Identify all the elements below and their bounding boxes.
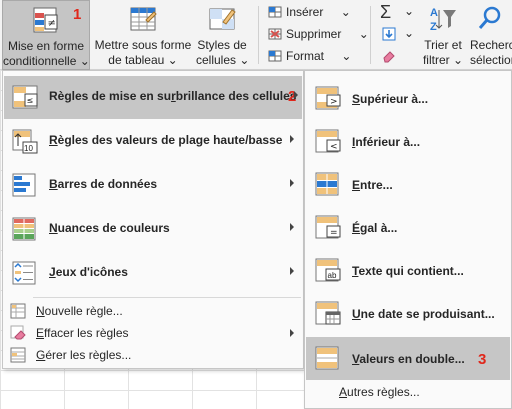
submenu-arrow-icon <box>290 223 294 231</box>
sort-filter-icon: A Z <box>430 7 456 33</box>
submenu-item-text-contains[interactable]: ab Texte qui contient... <box>306 249 510 292</box>
menu-item-top-bottom-rules[interactable]: 10 Règles des valeurs de plage haute/bas… <box>4 120 302 163</box>
format-as-table-label: Mettre sous forme <box>94 38 192 52</box>
chevron-down-icon: ⌄ <box>340 5 351 19</box>
menu-item-manage-rules[interactable]: Gérer les règles... <box>4 343 302 367</box>
insert-cells-button[interactable]: Insérer ⌄ <box>268 2 351 22</box>
sort-filter-button[interactable]: A Z Trier et filtrer ⌄ <box>418 0 468 70</box>
date-occurring-icon <box>315 301 341 325</box>
svg-text:A: A <box>430 7 438 19</box>
conditional-formatting-button[interactable]: ≠ 1 Mise en forme conditionnelle ⌄ <box>2 0 90 70</box>
autosum-button[interactable]: Σ ⌄ <box>380 2 416 22</box>
highlight-cells-submenu: > Supérieur à... < Inférieur à... Entre.… <box>304 70 512 409</box>
submenu-arrow-icon <box>290 179 294 187</box>
svg-text:Z: Z <box>430 21 437 33</box>
svg-text:10: 10 <box>24 144 33 153</box>
submenu-item-date-occurring[interactable]: Une date se produisant... <box>306 292 510 335</box>
top-bottom-rules-icon: 10 <box>12 129 38 154</box>
chevron-down-icon: ⌄ <box>341 49 352 63</box>
text-contains-icon: ab <box>315 258 341 282</box>
submenu-item-duplicate-values[interactable]: Valeurs en double... 3 <box>306 337 510 380</box>
fill-button[interactable]: ⌄ <box>380 24 416 44</box>
sort-filter-label: Trier et <box>424 38 462 52</box>
ribbon: ≠ 1 Mise en forme conditionnelle ⌄ Mettr… <box>0 0 512 70</box>
menu-item-data-bars[interactable]: Barres de données <box>4 164 302 207</box>
format-cells-button[interactable]: Format ⌄ <box>268 46 351 66</box>
step-marker-3: 3 <box>478 351 487 368</box>
submenu-item-between[interactable]: Entre... <box>306 163 510 206</box>
svg-text:>: > <box>330 97 338 107</box>
chevron-down-icon: ⌄ <box>239 53 250 67</box>
fill-icon <box>382 27 396 41</box>
submenu-item-greater-than[interactable]: > Supérieur à... <box>306 77 510 120</box>
menu-item-color-scales[interactable]: Nuances de couleurs <box>4 208 302 251</box>
duplicate-values-icon <box>315 346 339 370</box>
conditional-formatting-icon: ≠ <box>33 7 58 33</box>
delete-cells-button[interactable]: Supprimer ⌄ <box>268 24 369 44</box>
sort-filter-label-2: filtrer <box>422 53 450 67</box>
submenu-arrow-icon <box>290 135 294 143</box>
submenu-arrow-icon <box>294 91 298 99</box>
find-select-icon <box>478 6 501 29</box>
menu-item-clear-rules[interactable]: Effacer les règles <box>4 321 302 345</box>
eraser-icon <box>10 325 26 340</box>
submenu-item-more-rules[interactable]: Autres règles... <box>339 385 420 399</box>
clear-icon <box>383 51 395 63</box>
format-as-table-button[interactable]: Mettre sous forme de tableau ⌄ <box>92 0 194 70</box>
manage-rules-icon <box>10 347 26 363</box>
delete-cells-icon <box>268 28 282 40</box>
format-cells-icon <box>268 50 282 62</box>
svg-text:<: < <box>330 142 338 152</box>
format-label: Format <box>286 49 325 63</box>
ribbon-separator <box>258 6 259 64</box>
submenu-arrow-icon <box>290 267 294 275</box>
cell-styles-icon <box>209 8 236 30</box>
insert-cells-icon <box>268 6 282 18</box>
find-select-label-2: sélection <box>470 53 512 67</box>
submenu-item-equal-to[interactable]: = Égal à... <box>306 206 510 249</box>
find-select-button[interactable]: Recherch sélection <box>468 0 512 70</box>
menu-item-highlight-cells-rules[interactable]: ≤ Règles de mise en surbrillance des cel… <box>4 76 302 119</box>
format-as-table-icon <box>130 7 157 31</box>
equal-to-icon: = <box>315 215 341 239</box>
color-scales-icon <box>12 217 36 241</box>
chevron-down-icon: ⌄ <box>79 54 90 68</box>
chevron-down-icon: ⌄ <box>404 26 415 40</box>
between-icon <box>315 172 339 196</box>
less-than-icon: < <box>315 129 341 153</box>
conditional-formatting-label-2: conditionnelle <box>3 54 77 68</box>
icon-sets-icon <box>12 261 36 285</box>
step-marker-1: 1 <box>73 6 82 23</box>
menu-item-icon-sets[interactable]: Jeux d'icônes <box>4 252 302 295</box>
chevron-down-icon: ⌄ <box>452 53 464 67</box>
chevron-down-icon: ⌄ <box>167 53 178 67</box>
svg-text:≤: ≤ <box>27 96 34 105</box>
cell-styles-label-2: cellules <box>196 53 237 67</box>
conditional-formatting-menu: ≤ Règles de mise en surbrillance des cel… <box>2 70 304 369</box>
conditional-formatting-label: Mise en forme <box>7 39 85 53</box>
autosum-icon: Σ <box>380 2 392 22</box>
data-bars-icon <box>12 173 36 197</box>
new-rule-icon <box>10 303 26 319</box>
chevron-down-icon: ⌄ <box>358 27 369 41</box>
submenu-item-less-than[interactable]: < Inférieur à... <box>306 120 510 163</box>
insert-label: Insérer <box>286 5 324 19</box>
ribbon-separator <box>370 6 371 64</box>
format-as-table-label-2: de tableau <box>108 53 165 67</box>
svg-text:=: = <box>330 228 338 238</box>
clear-button[interactable] <box>380 46 416 66</box>
menu-item-new-rule[interactable]: Nouvelle règle... <box>4 299 302 323</box>
find-select-label: Recherch <box>470 38 512 52</box>
cell-styles-button[interactable]: Styles de cellules ⌄ <box>196 0 250 70</box>
greater-than-icon: > <box>315 86 341 110</box>
chevron-down-icon: ⌄ <box>404 4 415 18</box>
menu-divider <box>33 297 301 298</box>
cell-styles-label: Styles de <box>197 38 247 52</box>
delete-label: Supprimer <box>286 27 342 41</box>
submenu-arrow-icon <box>290 329 294 337</box>
svg-text:≠: ≠ <box>48 18 56 29</box>
highlight-cells-rules-icon: ≤ <box>12 85 38 109</box>
svg-text:ab: ab <box>328 271 337 280</box>
